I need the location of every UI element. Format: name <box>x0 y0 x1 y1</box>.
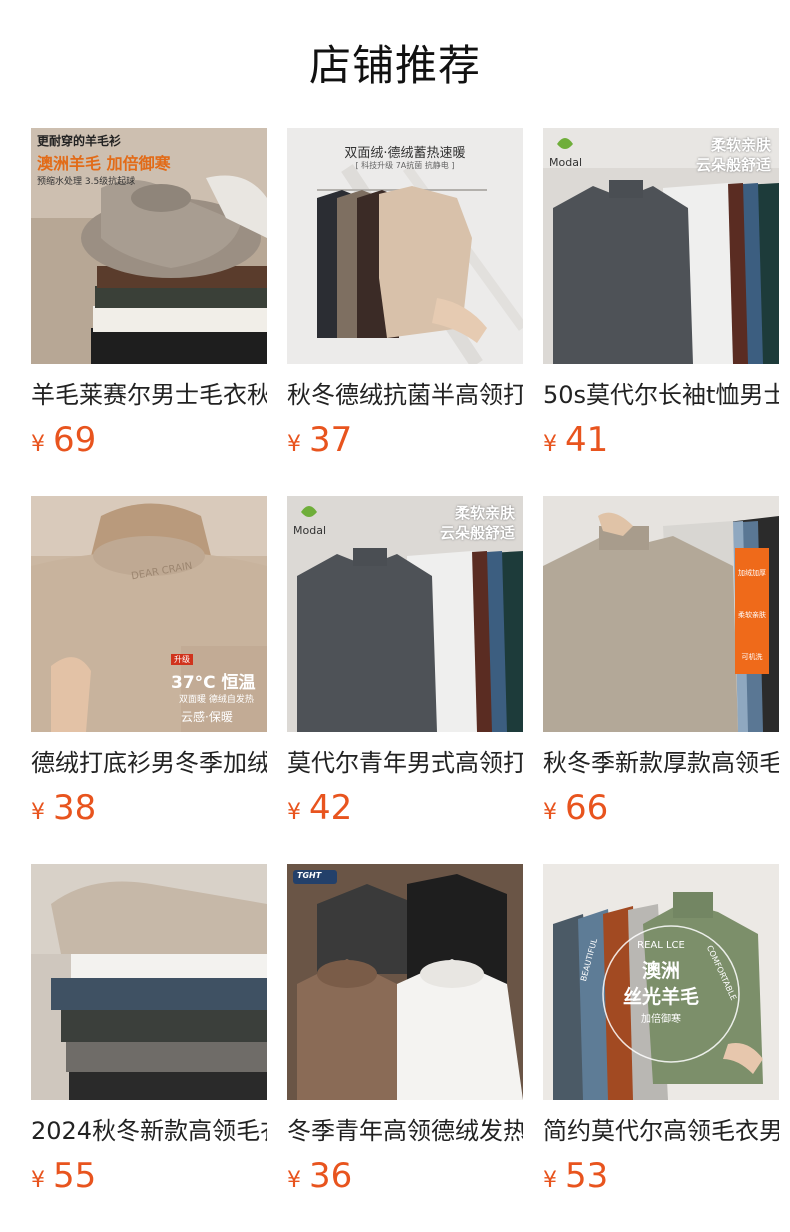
image-caption: 预缩水处理 3.5级抗起球 <box>37 177 136 187</box>
product-image[interactable] <box>31 864 267 1100</box>
image-caption: 云朵般舒适 <box>439 524 515 542</box>
product-card[interactable]: TGHT 冬季青年高领德绒发热衣 ¥36 <box>287 864 523 1200</box>
product-card[interactable]: Modal 柔软亲肤 云朵般舒适 50s莫代尔长袖t恤男士 ¥41 <box>543 128 779 464</box>
feature-tag: 可机洗 <box>741 653 763 661</box>
price-value: 42 <box>309 788 353 828</box>
product-price: ¥37 <box>287 416 523 464</box>
product-name[interactable]: 简约莫代尔高领毛衣男士 <box>543 1114 779 1148</box>
brand-logo: Modal <box>293 524 326 537</box>
product-price: ¥66 <box>543 784 779 832</box>
feature-tag: 柔软亲肤 <box>738 611 766 619</box>
product-price: ¥41 <box>543 416 779 464</box>
product-price: ¥53 <box>543 1152 779 1200</box>
price-value: 38 <box>53 788 97 828</box>
product-image[interactable]: TGHT <box>287 864 523 1100</box>
product-name[interactable]: 秋冬德绒抗菌半高领打底衫 <box>287 378 523 412</box>
image-caption: REAL LCE <box>637 940 685 951</box>
section-title: 店铺推荐 <box>308 41 481 90</box>
badge: 升级 <box>171 654 193 665</box>
image-caption: 更耐穿的羊毛衫 <box>37 134 122 148</box>
product-price: ¥38 <box>31 784 267 832</box>
product-name[interactable]: 2024秋冬新款高领毛衣男 <box>31 1114 267 1148</box>
product-card[interactable]: REAL LCE 澳洲 丝光羊毛 加倍御寒 BEAUTIFUL COMFORTA… <box>543 864 779 1200</box>
image-caption: 柔软亲肤 <box>454 504 515 522</box>
product-image[interactable]: 双面绒·德绒蓄热速暖 [ 科技升级 7A抗菌 抗静电 ] <box>287 128 523 364</box>
product-card[interactable]: 加绒加厚 柔软亲肤 可机洗 秋冬季新款厚款高领毛衣 ¥66 <box>543 496 779 832</box>
brand-logo: TGHT <box>297 871 322 880</box>
product-card[interactable]: 2024秋冬新款高领毛衣男 ¥55 <box>31 864 267 1200</box>
product-price: ¥69 <box>31 416 267 464</box>
product-card[interactable]: DEAR CRAIN 升级 37°C 恒温 双面暖 德绒自发热 云感·保暖 德绒… <box>31 496 267 832</box>
price-value: 55 <box>53 1156 97 1196</box>
product-image[interactable]: DEAR CRAIN 升级 37°C 恒温 双面暖 德绒自发热 云感·保暖 <box>31 496 267 732</box>
product-image[interactable]: Modal 柔软亲肤 云朵般舒适 <box>287 496 523 732</box>
product-card[interactable]: 双面绒·德绒蓄热速暖 [ 科技升级 7A抗菌 抗静电 ] 秋冬德绒抗菌半高领打底… <box>287 128 523 464</box>
currency-symbol: ¥ <box>31 800 45 825</box>
image-caption: [ 科技升级 7A抗菌 抗静电 ] <box>355 161 455 170</box>
product-card[interactable]: Modal 柔软亲肤 云朵般舒适 莫代尔青年男式高领打底衫 ¥42 <box>287 496 523 832</box>
product-name[interactable]: 德绒打底衫男冬季加绒 <box>31 746 267 780</box>
image-caption: 37°C 恒温 <box>171 673 256 693</box>
image-caption: 双面暖 德绒自发热 <box>179 695 254 705</box>
product-image[interactable]: REAL LCE 澳洲 丝光羊毛 加倍御寒 BEAUTIFUL COMFORTA… <box>543 864 779 1100</box>
price-value: 66 <box>565 788 609 828</box>
price-value: 53 <box>565 1156 609 1196</box>
image-caption: 双面绒·德绒蓄热速暖 <box>344 146 466 161</box>
product-name[interactable]: 羊毛莱赛尔男士毛衣秋冬 <box>31 378 267 412</box>
currency-symbol: ¥ <box>543 1168 557 1193</box>
feature-tag: 加绒加厚 <box>738 569 766 577</box>
image-caption: 加倍御寒 <box>641 1014 681 1025</box>
price-value: 41 <box>565 420 609 460</box>
price-value: 69 <box>53 420 97 460</box>
product-name[interactable]: 冬季青年高领德绒发热衣 <box>287 1114 523 1148</box>
product-image[interactable]: 加绒加厚 柔软亲肤 可机洗 <box>543 496 779 732</box>
product-name[interactable]: 50s莫代尔长袖t恤男士 <box>543 378 779 412</box>
product-card[interactable]: 更耐穿的羊毛衫 澳洲羊毛 加倍御寒 预缩水处理 3.5级抗起球 羊毛莱赛尔男士毛… <box>31 128 267 464</box>
currency-symbol: ¥ <box>287 800 301 825</box>
product-image[interactable]: Modal 柔软亲肤 云朵般舒适 <box>543 128 779 364</box>
price-value: 36 <box>309 1156 353 1196</box>
image-caption: 柔软亲肤 <box>710 136 771 154</box>
currency-symbol: ¥ <box>31 1168 45 1193</box>
image-caption: 澳洲羊毛 加倍御寒 <box>37 154 171 173</box>
product-name[interactable]: 秋冬季新款厚款高领毛衣 <box>543 746 779 780</box>
product-image[interactable]: 更耐穿的羊毛衫 澳洲羊毛 加倍御寒 预缩水处理 3.5级抗起球 <box>31 128 267 364</box>
brand-logo: Modal <box>549 156 582 169</box>
currency-symbol: ¥ <box>543 800 557 825</box>
image-caption: 云朵般舒适 <box>695 156 771 174</box>
currency-symbol: ¥ <box>287 432 301 457</box>
product-name[interactable]: 莫代尔青年男式高领打底衫 <box>287 746 523 780</box>
currency-symbol: ¥ <box>287 1168 301 1193</box>
price-value: 37 <box>309 420 353 460</box>
currency-symbol: ¥ <box>543 432 557 457</box>
product-price: ¥55 <box>31 1152 267 1200</box>
product-price: ¥36 <box>287 1152 523 1200</box>
image-caption: 云感·保暖 <box>181 710 233 724</box>
image-caption: 丝光羊毛 <box>622 986 699 1008</box>
product-price: ¥42 <box>287 784 523 832</box>
currency-symbol: ¥ <box>31 432 45 457</box>
